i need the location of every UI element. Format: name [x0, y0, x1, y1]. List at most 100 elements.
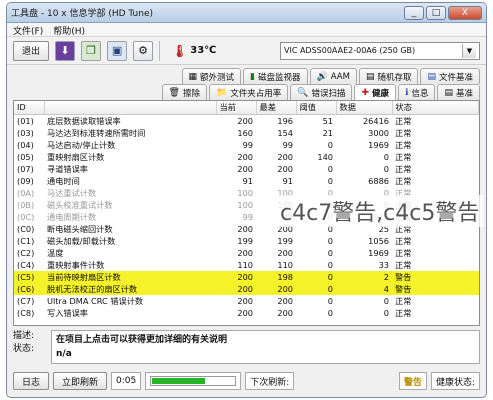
cell-threshold: 21 — [322, 127, 333, 138]
tab-label: 基准 — [455, 88, 473, 99]
cell-data: 1056 — [368, 235, 389, 246]
file-benchmark-icon: ▤ — [427, 71, 436, 82]
exit-button[interactable]: 退出 — [13, 40, 50, 61]
tab-label: 磁盘监视器 — [258, 72, 301, 83]
tab-aam[interactable]: 🔊 AAM — [309, 68, 357, 84]
cell-threshold: 0 — [327, 295, 333, 306]
cell-id: (07) — [17, 163, 34, 174]
table-row[interactable]: (C2) 温度 200 200 0 1969 正常 — [14, 247, 479, 259]
cell-threshold: 0 — [327, 259, 333, 270]
save-icon[interactable]: ▣ — [107, 40, 128, 61]
maximize-button[interactable]: □ — [426, 5, 446, 20]
drive-select[interactable]: VIC ADSS00AAE2-00A6 (250 GB) ▼ — [280, 41, 480, 60]
watermark-caption: c4c7警告,c4c5警告 — [276, 195, 484, 227]
tab-benchmark[interactable]: ▤ 基准 — [437, 84, 480, 100]
tab-disk-monitor[interactable]: ▮ 磁盘监视器 — [243, 68, 308, 84]
drive-select-value: VIC ADSS00AAE2-00A6 (250 GB) — [284, 46, 416, 55]
tab-health[interactable]: ✚ 健康 — [354, 84, 397, 100]
cell-name: 断电磁头缩回计数 — [47, 223, 113, 234]
table-row[interactable]: (01) 底层数据读取错误率 200 196 51 26416 正常 — [14, 114, 479, 127]
cell-current: 200 — [237, 247, 253, 258]
cell-worst: 200 — [277, 295, 293, 306]
description-area: 描述: 状态: 在项目上点击可以获得更加详细的有关说明 n/a — [13, 330, 480, 364]
cell-threshold: 0 — [327, 307, 333, 318]
temperature-display: 🌡 33℃ — [172, 44, 216, 58]
col-status[interactable]: 状态 — [392, 101, 479, 115]
cell-name: 马达重试计数 — [47, 187, 97, 198]
health-status-box: 警告 — [398, 372, 427, 390]
options-icon[interactable]: ⚙ — [133, 40, 154, 61]
tab-label: 信息 — [411, 88, 429, 99]
cell-current: 91 — [242, 175, 253, 186]
benchmark-icon: ▤ — [444, 87, 453, 98]
tab-erase[interactable]: 🗑 擦除 — [161, 84, 207, 100]
minimize-button[interactable]: _ — [404, 5, 424, 20]
erase-icon: 🗑 — [168, 87, 180, 98]
table-row[interactable]: (04) 马达启动/停止计数 99 99 0 1969 正常 — [14, 139, 479, 151]
cell-status: 正常 — [395, 175, 412, 186]
cell-worst: 199 — [277, 235, 293, 246]
table-row[interactable]: (09) 通电时间 91 91 0 6886 正常 — [14, 175, 479, 187]
table-row[interactable]: (C7) Ultra DMA CRC 错误计数 200 200 0 0 正常 — [14, 295, 479, 307]
table-row[interactable]: (07) 寻道错误率 200 200 0 0 正常 — [14, 163, 479, 175]
menu-help[interactable]: 帮助(H) — [53, 24, 85, 37]
cell-worst: 200 — [256, 282, 296, 295]
tab-random-access[interactable]: ▤ 随机存取 — [358, 68, 419, 84]
download-icon[interactable]: ⬇ — [55, 40, 76, 61]
random-access-icon: ▤ — [365, 71, 375, 82]
cell-id: (C6) — [14, 282, 44, 295]
cell-id: (C2) — [17, 247, 35, 258]
cell-name: 马达达到标准转速所需时间 — [47, 127, 146, 138]
tab-folder-usage[interactable]: 📁 文件夹占用率 — [209, 84, 289, 100]
cell-status: 警告 — [392, 270, 479, 283]
cell-id: (03) — [17, 127, 34, 138]
cell-name: 当前待映射扇区计数 — [44, 270, 216, 283]
cell-name: 脱机无法校正的扇区计数 — [44, 282, 216, 295]
cell-threshold: 0 — [327, 247, 333, 258]
col-worst[interactable]: 最差 — [256, 101, 297, 115]
table-row[interactable]: (C4) 重映射事件计数 110 110 0 33 正常 — [14, 259, 479, 271]
toolbar: 退出 ⬇ ❐ ▣ ⚙ 🌡 33℃ VIC ADSS00AAE2-00A6 (25… — [7, 37, 486, 65]
tab-extra-tests[interactable]: ▦ 额外测试 — [181, 68, 242, 84]
status-bar: 日志 立即刷新 0:05 下次刷新: 警告 健康状态: — [13, 371, 480, 391]
table-row[interactable]: (05) 重映射扇区计数 200 200 140 0 正常 — [14, 151, 479, 163]
table-row[interactable]: (C6) 脱机无法校正的扇区计数 200 200 0 4 警告 — [14, 282, 479, 295]
col-threshold[interactable]: 阈值 — [296, 101, 337, 115]
menu-file[interactable]: 文件(F) — [13, 24, 43, 37]
copy-icon[interactable]: ❐ — [81, 40, 102, 61]
cell-name: 重映射扇区计数 — [47, 151, 105, 162]
cell-worst: 110 — [277, 259, 293, 270]
tab-error-scan[interactable]: 🔍 错误扫描 — [290, 84, 353, 100]
timer-box: 0:05 — [111, 372, 142, 390]
table-row[interactable]: (C5) 当前待映射扇区计数 200 198 0 2 警告 — [14, 270, 479, 283]
cell-current: 99 — [242, 139, 253, 150]
tab-file-benchmark[interactable]: ▤ 文件基准 — [420, 68, 480, 84]
cell-data: 6886 — [368, 175, 389, 186]
cell-data: 3000 — [368, 127, 389, 138]
cell-worst: 91 — [282, 175, 293, 186]
cell-current: 200 — [237, 151, 253, 162]
col-name[interactable] — [44, 101, 217, 115]
cell-worst: 154 — [277, 127, 293, 138]
col-id[interactable]: ID — [14, 101, 45, 115]
close-button[interactable]: X — [448, 5, 482, 20]
col-data[interactable]: 数据 — [336, 101, 393, 115]
cell-id: (0A) — [17, 187, 35, 198]
refresh-now-button[interactable]: 立即刷新 — [53, 372, 108, 390]
cell-data: 1969 — [368, 247, 389, 258]
cell-id: (C0) — [17, 223, 35, 234]
cell-name: 通电周期计数 — [47, 211, 97, 222]
cell-worst: 99 — [282, 139, 293, 150]
chevron-down-icon[interactable]: ▼ — [462, 43, 476, 58]
col-current[interactable]: 当前 — [216, 101, 257, 115]
table-row[interactable]: (C8) 写入错误率 200 200 0 0 正常 — [14, 307, 479, 319]
table-row[interactable]: (03) 马达达到标准转速所需时间 160 154 21 3000 正常 — [14, 127, 479, 139]
cell-id: (C8) — [17, 307, 35, 318]
table-row[interactable]: (C1) 磁头加载/卸载计数 199 199 0 1056 正常 — [14, 235, 479, 247]
cell-status: 正常 — [395, 307, 412, 318]
description-label: 描述: — [13, 331, 35, 341]
cell-worst: 200 — [277, 307, 293, 318]
cell-current: 100 — [237, 187, 253, 198]
tab-info[interactable]: ℹ 信息 — [398, 84, 436, 100]
log-button[interactable]: 日志 — [13, 372, 50, 390]
